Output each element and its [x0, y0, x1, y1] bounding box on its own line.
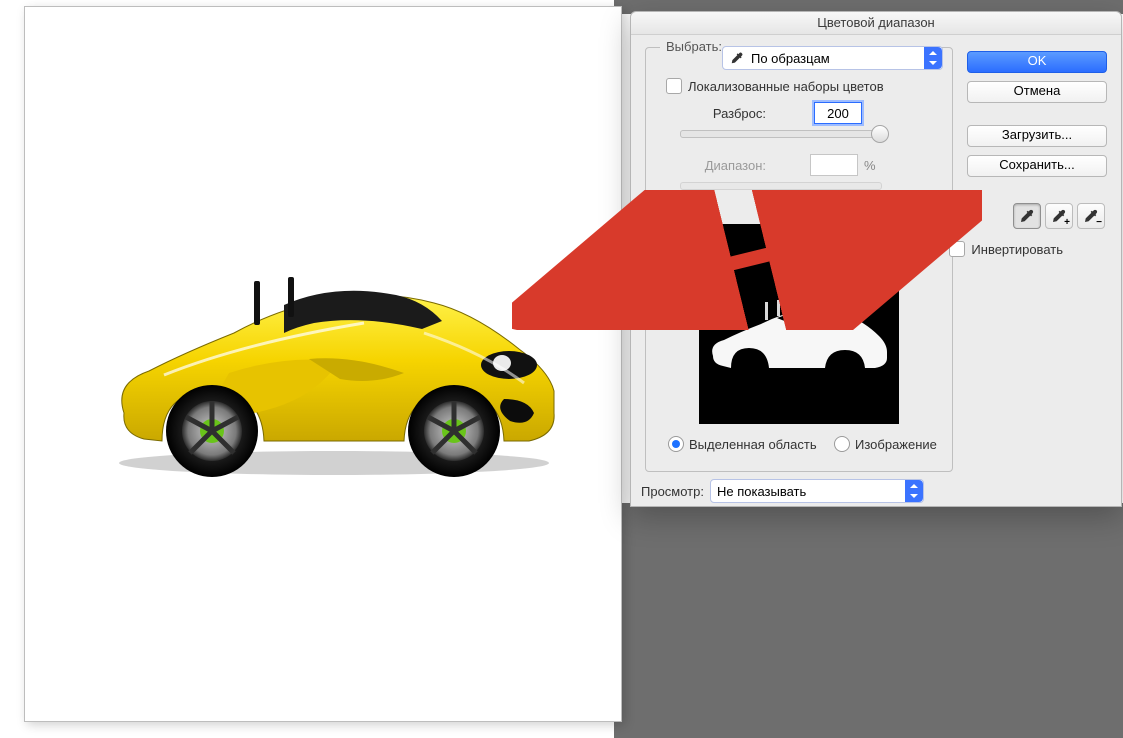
- eyedropper-tools: + −: [1013, 203, 1105, 229]
- invert-checkbox[interactable]: [949, 241, 965, 257]
- invert-label: Инвертировать: [971, 242, 1063, 257]
- radio-image-row[interactable]: Изображение: [834, 436, 937, 452]
- save-button[interactable]: Сохранить...: [967, 155, 1107, 177]
- preview-mode-dropdown[interactable]: Не показывать: [710, 479, 924, 503]
- dialog-body: Выбрать: По образцам Локализованные набо…: [631, 35, 1121, 507]
- ok-button[interactable]: OK: [967, 51, 1107, 73]
- car-image: [104, 263, 564, 478]
- select-label: Выбрать:: [660, 39, 728, 54]
- fuzziness-thumb[interactable]: [871, 125, 889, 143]
- fuzziness-slider[interactable]: [680, 130, 882, 138]
- range-slider: [680, 182, 882, 190]
- load-button[interactable]: Загрузить...: [967, 125, 1107, 147]
- localized-checkbox[interactable]: [666, 78, 682, 94]
- eyedropper-add[interactable]: +: [1045, 203, 1073, 229]
- radio-image-label: Изображение: [855, 437, 937, 452]
- radio-selection[interactable]: [668, 436, 684, 452]
- radio-selection-label: Выделенная область: [689, 437, 817, 452]
- invert-row[interactable]: Инвертировать: [949, 241, 1063, 257]
- cancel-button[interactable]: Отмена: [967, 81, 1107, 103]
- dialog-title: Цветовой диапазон: [631, 12, 1121, 35]
- select-row: По образцам: [722, 46, 943, 70]
- preview-mode-value: Не показывать: [717, 484, 917, 499]
- mask-car-icon: [707, 296, 890, 382]
- fuzziness-label: Разброс:: [692, 106, 766, 121]
- fuzziness-input[interactable]: [814, 102, 862, 124]
- screenshot-root: Цветовой диапазон Выбрать: По образцам: [0, 0, 1123, 738]
- preview-mode-label: Просмотр:: [641, 484, 704, 499]
- preview-mode-row: Просмотр: Не показывать: [641, 479, 924, 503]
- localized-label: Локализованные наборы цветов: [688, 79, 884, 94]
- dropdown-arrows-icon: [924, 47, 942, 69]
- app-bg: [614, 503, 1123, 738]
- eyedropper-sample[interactable]: [1013, 203, 1041, 229]
- select-dropdown[interactable]: По образцам: [722, 46, 943, 70]
- range-input: [810, 154, 858, 176]
- eyedropper-icon: [1019, 208, 1035, 224]
- select-group: Выбрать: По образцам Локализованные набо…: [645, 47, 953, 472]
- range-label: Диапазон:: [674, 158, 766, 173]
- dropdown-arrows-icon: [905, 480, 923, 502]
- document-window: [24, 6, 622, 722]
- radio-image[interactable]: [834, 436, 850, 452]
- color-range-dialog: Цветовой диапазон Выбрать: По образцам: [630, 11, 1122, 507]
- canvas[interactable]: [32, 13, 603, 715]
- selection-preview[interactable]: [699, 224, 899, 424]
- eyedropper-icon: [729, 50, 745, 66]
- radio-selection-row[interactable]: Выделенная область: [668, 436, 817, 452]
- percent-sign: %: [864, 158, 876, 173]
- fuzziness-row: Разброс:: [692, 102, 862, 124]
- localized-row[interactable]: Локализованные наборы цветов: [666, 78, 884, 94]
- range-row: Диапазон: %: [674, 154, 876, 176]
- select-value: По образцам: [751, 51, 936, 66]
- eyedropper-subtract[interactable]: −: [1077, 203, 1105, 229]
